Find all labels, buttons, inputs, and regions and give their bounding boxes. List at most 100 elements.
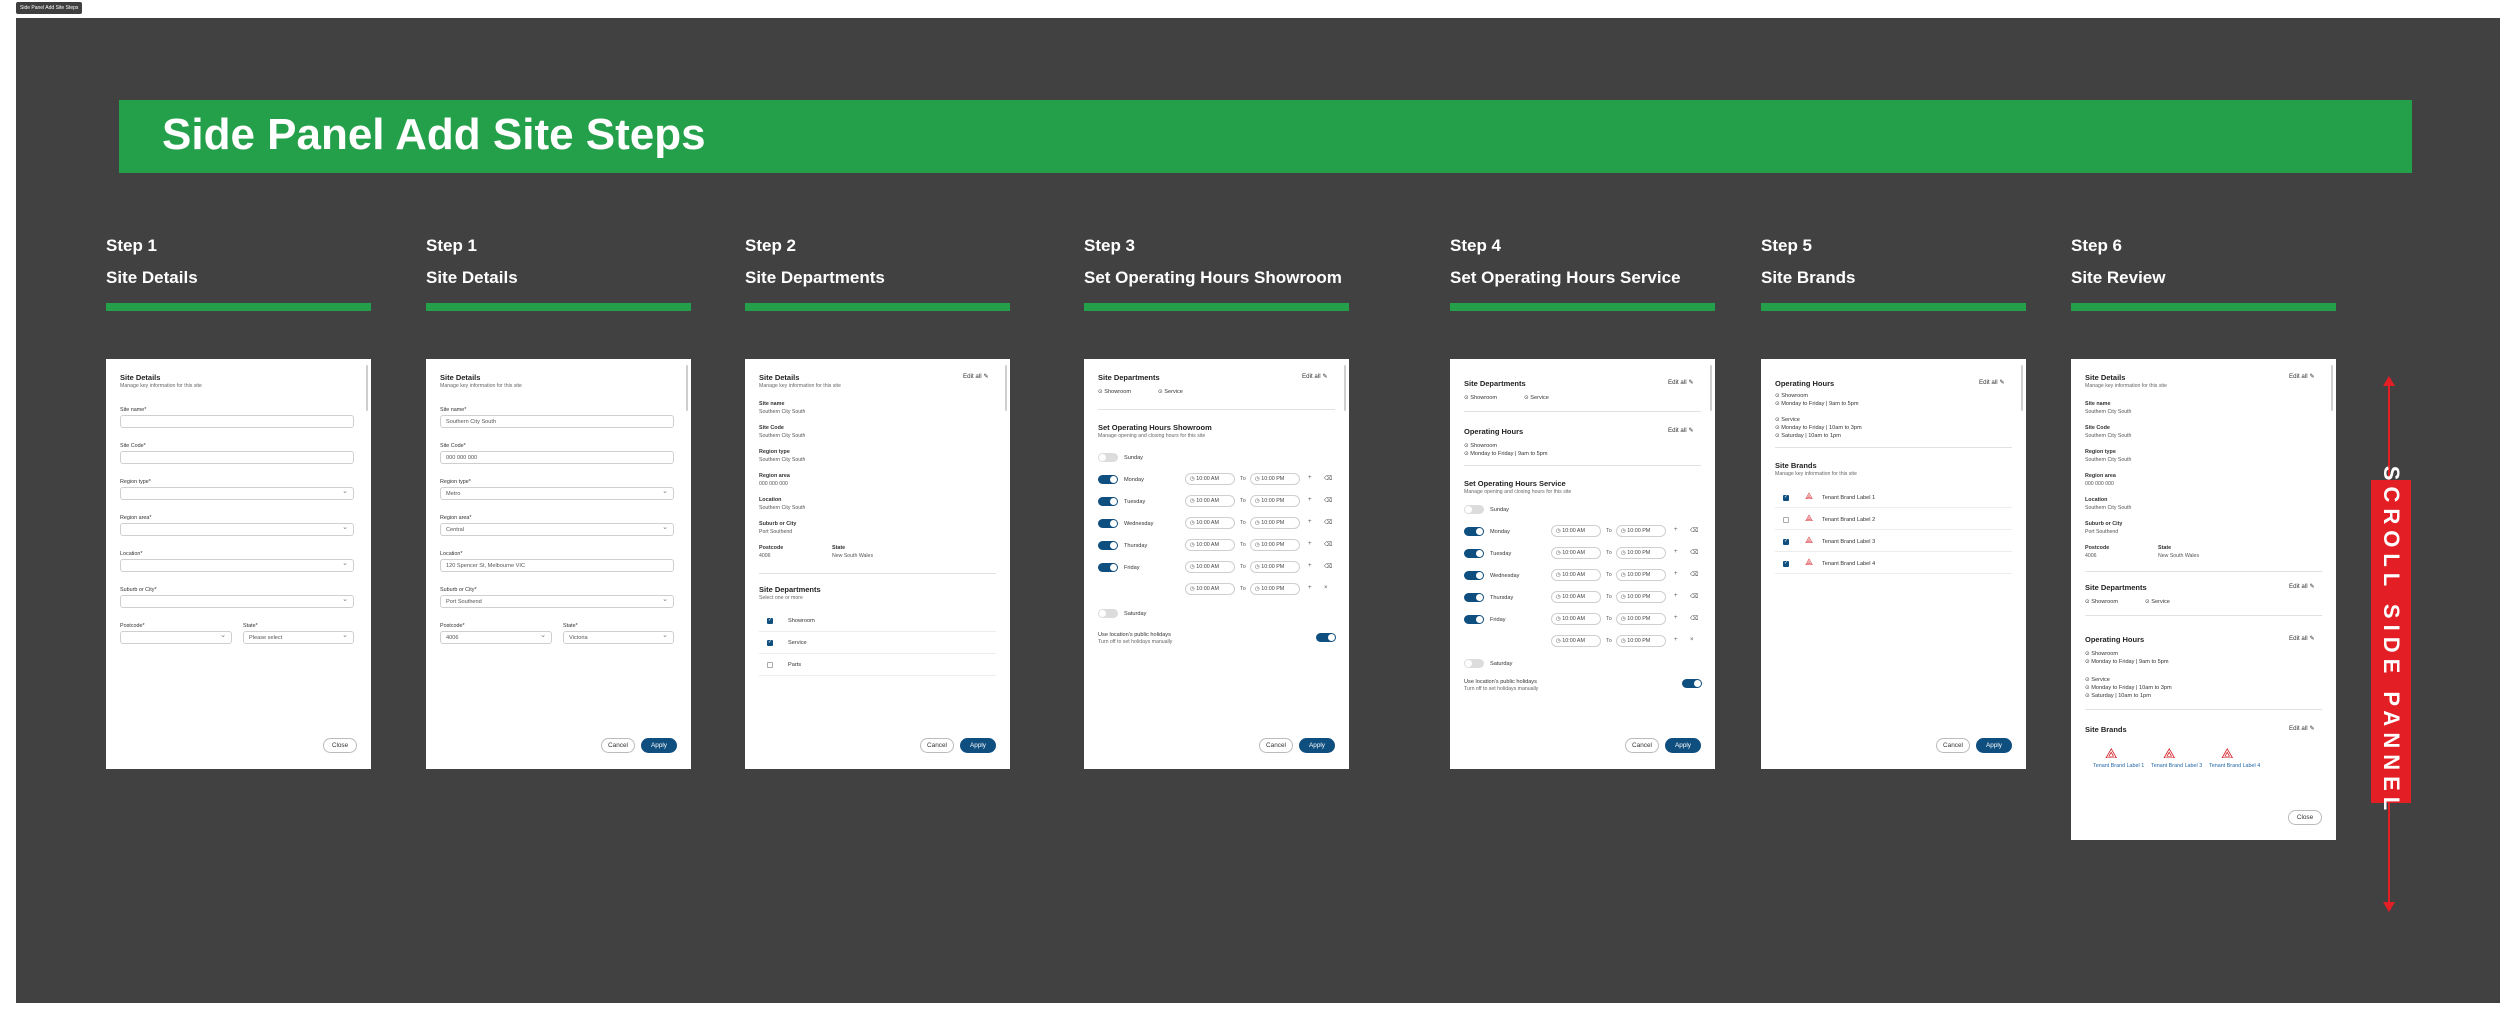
- edit-all-link[interactable]: Edit all ✎: [1668, 379, 1694, 386]
- plus-icon[interactable]: +: [1674, 527, 1678, 533]
- scrollbar[interactable]: [1710, 365, 1712, 411]
- close-icon[interactable]: ×: [1690, 637, 1694, 643]
- close-button[interactable]: Close: [2288, 810, 2322, 825]
- cancel-button[interactable]: Cancel: [920, 738, 954, 753]
- trash-icon[interactable]: ⌫: [1690, 571, 1698, 578]
- close-time-input[interactable]: ◷ 10:00 PM: [1250, 583, 1300, 595]
- open-time-input[interactable]: ◷ 10:00 AM: [1185, 561, 1235, 573]
- suburb-select[interactable]: Port Southend: [440, 595, 674, 608]
- open-time-input[interactable]: ◷ 10:00 AM: [1551, 613, 1601, 625]
- edit-all-link[interactable]: Edit all ✎: [1302, 373, 1328, 380]
- day-toggle-wednesday[interactable]: [1464, 571, 1484, 580]
- suburb-select[interactable]: [120, 595, 354, 608]
- location-input[interactable]: 120 Spencer St, Melbourne VIC: [440, 559, 674, 572]
- scrollbar[interactable]: [686, 365, 688, 411]
- cancel-button[interactable]: Cancel: [1259, 738, 1293, 753]
- scrollbar[interactable]: [366, 365, 368, 411]
- plus-icon[interactable]: +: [1674, 549, 1678, 555]
- close-time-input[interactable]: ◷ 10:00 PM: [1250, 517, 1300, 529]
- site-name-input[interactable]: [120, 415, 354, 428]
- edit-all-link[interactable]: Edit all ✎: [2289, 373, 2315, 380]
- edit-all-link[interactable]: Edit all ✎: [2289, 583, 2315, 590]
- open-time-input[interactable]: ◷ 10:00 AM: [1551, 547, 1601, 559]
- region-type-select[interactable]: Metro: [440, 487, 674, 500]
- trash-icon[interactable]: ⌫: [1690, 615, 1698, 622]
- checkbox-parts[interactable]: [767, 662, 773, 668]
- close-icon[interactable]: ×: [1324, 585, 1328, 591]
- apply-button[interactable]: Apply: [1299, 738, 1335, 753]
- day-toggle-thursday[interactable]: [1098, 541, 1118, 550]
- open-time-input[interactable]: ◷ 10:00 AM: [1185, 473, 1235, 485]
- open-time-input[interactable]: ◷ 10:00 AM: [1185, 495, 1235, 507]
- trash-icon[interactable]: ⌫: [1324, 563, 1332, 570]
- close-time-input[interactable]: ◷ 10:00 PM: [1616, 591, 1666, 603]
- close-time-input[interactable]: ◷ 10:00 PM: [1250, 495, 1300, 507]
- day-toggle-friday[interactable]: [1464, 615, 1484, 624]
- close-time-input[interactable]: ◷ 10:00 PM: [1250, 473, 1300, 485]
- trash-icon[interactable]: ⌫: [1324, 475, 1332, 482]
- site-name-input[interactable]: Southern City South: [440, 415, 674, 428]
- site-code-input[interactable]: [120, 451, 354, 464]
- checkbox-showroom[interactable]: [767, 617, 773, 624]
- scrollbar[interactable]: [1005, 365, 1007, 411]
- region-area-select[interactable]: Central: [440, 523, 674, 536]
- plus-icon[interactable]: +: [1674, 615, 1678, 621]
- open-time-input[interactable]: ◷ 10:00 AM: [1551, 591, 1601, 603]
- open-time-input[interactable]: ◷ 10:00 AM: [1185, 517, 1235, 529]
- plus-icon[interactable]: +: [1308, 563, 1312, 569]
- plus-icon[interactable]: +: [1308, 497, 1312, 503]
- cancel-button[interactable]: Cancel: [1936, 738, 1970, 753]
- plus-icon[interactable]: +: [1674, 637, 1678, 643]
- plus-icon[interactable]: +: [1674, 593, 1678, 599]
- close-time-input[interactable]: ◷ 10:00 PM: [1616, 569, 1666, 581]
- public-holidays-toggle[interactable]: [1316, 633, 1336, 642]
- day-toggle-thursday[interactable]: [1464, 593, 1484, 602]
- close-time-input[interactable]: ◷ 10:00 PM: [1616, 525, 1666, 537]
- checkbox-brand-4[interactable]: [1783, 560, 1789, 567]
- apply-button[interactable]: Apply: [641, 738, 677, 753]
- day-toggle-friday[interactable]: [1098, 563, 1118, 572]
- apply-button[interactable]: Apply: [1976, 738, 2012, 753]
- close-time-input[interactable]: ◷ 10:00 PM: [1616, 613, 1666, 625]
- plus-icon[interactable]: +: [1308, 475, 1312, 481]
- plus-icon[interactable]: +: [1308, 541, 1312, 547]
- day-toggle-wednesday[interactable]: [1098, 519, 1118, 528]
- region-type-select[interactable]: [120, 487, 354, 500]
- edit-all-link[interactable]: Edit all ✎: [2289, 635, 2315, 642]
- day-toggle-saturday[interactable]: [1464, 659, 1484, 668]
- day-toggle-sunday[interactable]: [1464, 505, 1484, 514]
- cancel-button[interactable]: Cancel: [1625, 738, 1659, 753]
- close-time-input[interactable]: ◷ 10:00 PM: [1250, 539, 1300, 551]
- plus-icon[interactable]: +: [1308, 585, 1312, 591]
- open-time-input[interactable]: ◷ 10:00 AM: [1551, 569, 1601, 581]
- postcode-select[interactable]: 4006: [440, 631, 552, 644]
- plus-icon[interactable]: +: [1308, 519, 1312, 525]
- edit-all-link[interactable]: Edit all ✎: [1979, 379, 2005, 386]
- checkbox-service[interactable]: [767, 639, 773, 646]
- day-toggle-tuesday[interactable]: [1098, 497, 1118, 506]
- checkbox-brand-1[interactable]: [1783, 494, 1789, 501]
- checkbox-brand-3[interactable]: [1783, 538, 1789, 545]
- trash-icon[interactable]: ⌫: [1324, 519, 1332, 526]
- plus-icon[interactable]: +: [1674, 571, 1678, 577]
- postcode-select[interactable]: [120, 631, 232, 644]
- apply-button[interactable]: Apply: [960, 738, 996, 753]
- region-area-select[interactable]: [120, 523, 354, 536]
- open-time-input[interactable]: ◷ 10:00 AM: [1185, 583, 1235, 595]
- day-toggle-saturday[interactable]: [1098, 609, 1118, 618]
- location-select[interactable]: [120, 559, 354, 572]
- open-time-input[interactable]: ◷ 10:00 AM: [1551, 525, 1601, 537]
- day-toggle-tuesday[interactable]: [1464, 549, 1484, 558]
- apply-button[interactable]: Apply: [1665, 738, 1701, 753]
- trash-icon[interactable]: ⌫: [1690, 593, 1698, 600]
- cancel-button[interactable]: Cancel: [601, 738, 635, 753]
- day-toggle-monday[interactable]: [1464, 527, 1484, 536]
- public-holidays-toggle[interactable]: [1682, 679, 1702, 688]
- edit-all-link[interactable]: Edit all ✎: [1668, 427, 1694, 434]
- trash-icon[interactable]: ⌫: [1690, 527, 1698, 534]
- trash-icon[interactable]: ⌫: [1690, 549, 1698, 556]
- edit-all-link[interactable]: Edit all ✎: [963, 373, 989, 380]
- state-select[interactable]: Victoria: [563, 631, 674, 644]
- trash-icon[interactable]: ⌫: [1324, 541, 1332, 548]
- close-time-input[interactable]: ◷ 10:00 PM: [1616, 635, 1666, 647]
